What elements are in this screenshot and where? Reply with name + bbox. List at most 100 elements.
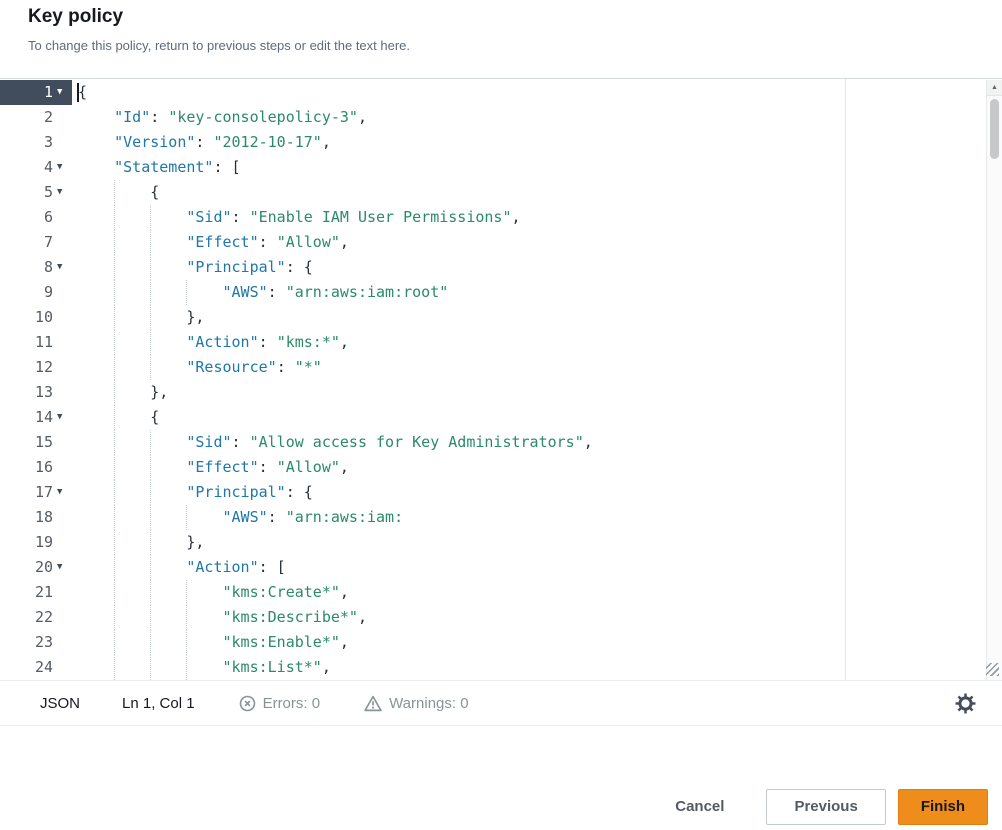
indent-guide: [114, 430, 115, 455]
fold-arrow-icon[interactable]: ▼: [55, 80, 72, 105]
code-text[interactable]: "Resource": "*": [72, 355, 1002, 380]
page-subtitle: To change this policy, return to previou…: [28, 38, 974, 53]
code-text[interactable]: "kms:Describe*",: [72, 605, 1002, 630]
code-line[interactable]: 3 "Version": "2012-10-17",: [0, 130, 1002, 155]
indent-guide: [114, 580, 115, 605]
code-line[interactable]: 20▼ "Action": [: [0, 555, 1002, 580]
fold-arrow-icon[interactable]: ▼: [55, 405, 72, 430]
indent-guide: [114, 630, 115, 655]
code-line[interactable]: 18 "AWS": "arn:aws:iam:: [0, 505, 1002, 530]
previous-button[interactable]: Previous: [766, 789, 885, 825]
code-line[interactable]: 11 "Action": "kms:*",: [0, 330, 1002, 355]
code-text[interactable]: "Id": "key-consolepolicy-3",: [72, 105, 1002, 130]
code-line[interactable]: 10 },: [0, 305, 1002, 330]
line-number: 8: [0, 255, 55, 280]
code-line[interactable]: 16 "Effect": "Allow",: [0, 455, 1002, 480]
code-line[interactable]: 22 "kms:Describe*",: [0, 605, 1002, 630]
finish-button[interactable]: Finish: [898, 789, 988, 825]
code-text[interactable]: "Version": "2012-10-17",: [72, 130, 1002, 155]
indent-guide: [150, 655, 151, 680]
code-text[interactable]: "Principal": {: [72, 255, 1002, 280]
code-lines: 1▼{2 "Id": "key-consolepolicy-3",3 "Vers…: [0, 80, 1002, 680]
code-text[interactable]: "Principal": {: [72, 480, 1002, 505]
code-text[interactable]: },: [72, 380, 1002, 405]
scrollbar-thumb[interactable]: [990, 99, 999, 159]
indent-guide: [150, 355, 151, 380]
code-text[interactable]: "kms:Create*",: [72, 580, 1002, 605]
line-number: 1: [0, 80, 55, 105]
code-line[interactable]: 6 "Sid": "Enable IAM User Permissions",: [0, 205, 1002, 230]
line-gutter: 20▼: [0, 555, 72, 580]
fold-arrow-icon[interactable]: ▼: [55, 480, 72, 505]
code-text[interactable]: "Statement": [: [72, 155, 1002, 180]
code-line[interactable]: 5▼ {: [0, 180, 1002, 205]
indent-guide: [114, 555, 115, 580]
line-gutter: 11: [0, 330, 72, 355]
fold-arrow-icon[interactable]: ▼: [55, 555, 72, 580]
indent-guide: [114, 205, 115, 230]
line-gutter: 13: [0, 380, 72, 405]
scroll-up-arrow-icon[interactable]: ▲: [987, 80, 1002, 96]
fold-arrow-icon[interactable]: ▼: [55, 155, 72, 180]
code-line[interactable]: 2 "Id": "key-consolepolicy-3",: [0, 105, 1002, 130]
fold-arrow-icon[interactable]: ▼: [55, 255, 72, 280]
indent-guide: [150, 530, 151, 555]
code-text[interactable]: "Sid": "Enable IAM User Permissions",: [72, 205, 1002, 230]
wizard-footer-buttons: Cancel Previous Finish: [661, 789, 988, 825]
code-text[interactable]: "kms:Enable*",: [72, 630, 1002, 655]
code-text[interactable]: {: [72, 180, 1002, 205]
code-text[interactable]: },: [72, 530, 1002, 555]
code-text[interactable]: "AWS": "arn:aws:iam:root": [72, 280, 1002, 305]
code-line[interactable]: 1▼{: [0, 80, 1002, 105]
code-text[interactable]: "Effect": "Allow",: [72, 230, 1002, 255]
indent-guide: [186, 605, 187, 630]
code-text[interactable]: "Action": "kms:*",: [72, 330, 1002, 355]
indent-guide: [114, 455, 115, 480]
warnings-status: Warnings: 0: [364, 695, 468, 712]
code-text[interactable]: {: [72, 405, 1002, 430]
editor-scrollbar[interactable]: ▲: [986, 80, 1002, 680]
code-line[interactable]: 23 "kms:Enable*",: [0, 630, 1002, 655]
line-gutter: 14▼: [0, 405, 72, 430]
indent-guide: [186, 655, 187, 680]
line-number: 9: [0, 280, 55, 305]
editor-resize-handle-icon[interactable]: [986, 663, 999, 676]
code-line[interactable]: 7 "Effect": "Allow",: [0, 230, 1002, 255]
code-line[interactable]: 13 },: [0, 380, 1002, 405]
indent-guide: [150, 230, 151, 255]
code-text[interactable]: {: [72, 80, 1002, 105]
indent-guide: [186, 505, 187, 530]
code-line[interactable]: 9 "AWS": "arn:aws:iam:root": [0, 280, 1002, 305]
indent-guide: [114, 305, 115, 330]
code-line[interactable]: 8▼ "Principal": {: [0, 255, 1002, 280]
line-gutter: 24: [0, 655, 72, 680]
code-text[interactable]: "Sid": "Allow access for Key Administrat…: [72, 430, 1002, 455]
indent-guide: [114, 530, 115, 555]
code-line[interactable]: 4▼ "Statement": [: [0, 155, 1002, 180]
line-number: 11: [0, 330, 55, 355]
indent-guide: [114, 380, 115, 405]
line-number: 5: [0, 180, 55, 205]
code-text[interactable]: "AWS": "arn:aws:iam:: [72, 505, 1002, 530]
code-line[interactable]: 12 "Resource": "*": [0, 355, 1002, 380]
key-policy-code-editor[interactable]: 1▼{2 "Id": "key-consolepolicy-3",3 "Vers…: [0, 78, 1002, 680]
code-line[interactable]: 17▼ "Principal": {: [0, 480, 1002, 505]
code-text[interactable]: "Action": [: [72, 555, 1002, 580]
code-text[interactable]: "Effect": "Allow",: [72, 455, 1002, 480]
indent-guide: [150, 205, 151, 230]
code-line[interactable]: 24 "kms:List*",: [0, 655, 1002, 680]
code-line[interactable]: 19 },: [0, 530, 1002, 555]
cancel-button[interactable]: Cancel: [661, 790, 738, 824]
indent-guide: [150, 455, 151, 480]
fold-arrow-icon[interactable]: ▼: [55, 180, 72, 205]
code-line[interactable]: 15 "Sid": "Allow access for Key Administ…: [0, 430, 1002, 455]
editor-settings-gear-icon[interactable]: [955, 693, 976, 714]
code-line[interactable]: 14▼ {: [0, 405, 1002, 430]
code-text[interactable]: "kms:List*",: [72, 655, 1002, 680]
indent-guide: [114, 655, 115, 680]
code-text[interactable]: },: [72, 305, 1002, 330]
line-number: 21: [0, 580, 55, 605]
warning-triangle-icon: [364, 695, 382, 712]
text-cursor: [77, 83, 79, 102]
code-line[interactable]: 21 "kms:Create*",: [0, 580, 1002, 605]
